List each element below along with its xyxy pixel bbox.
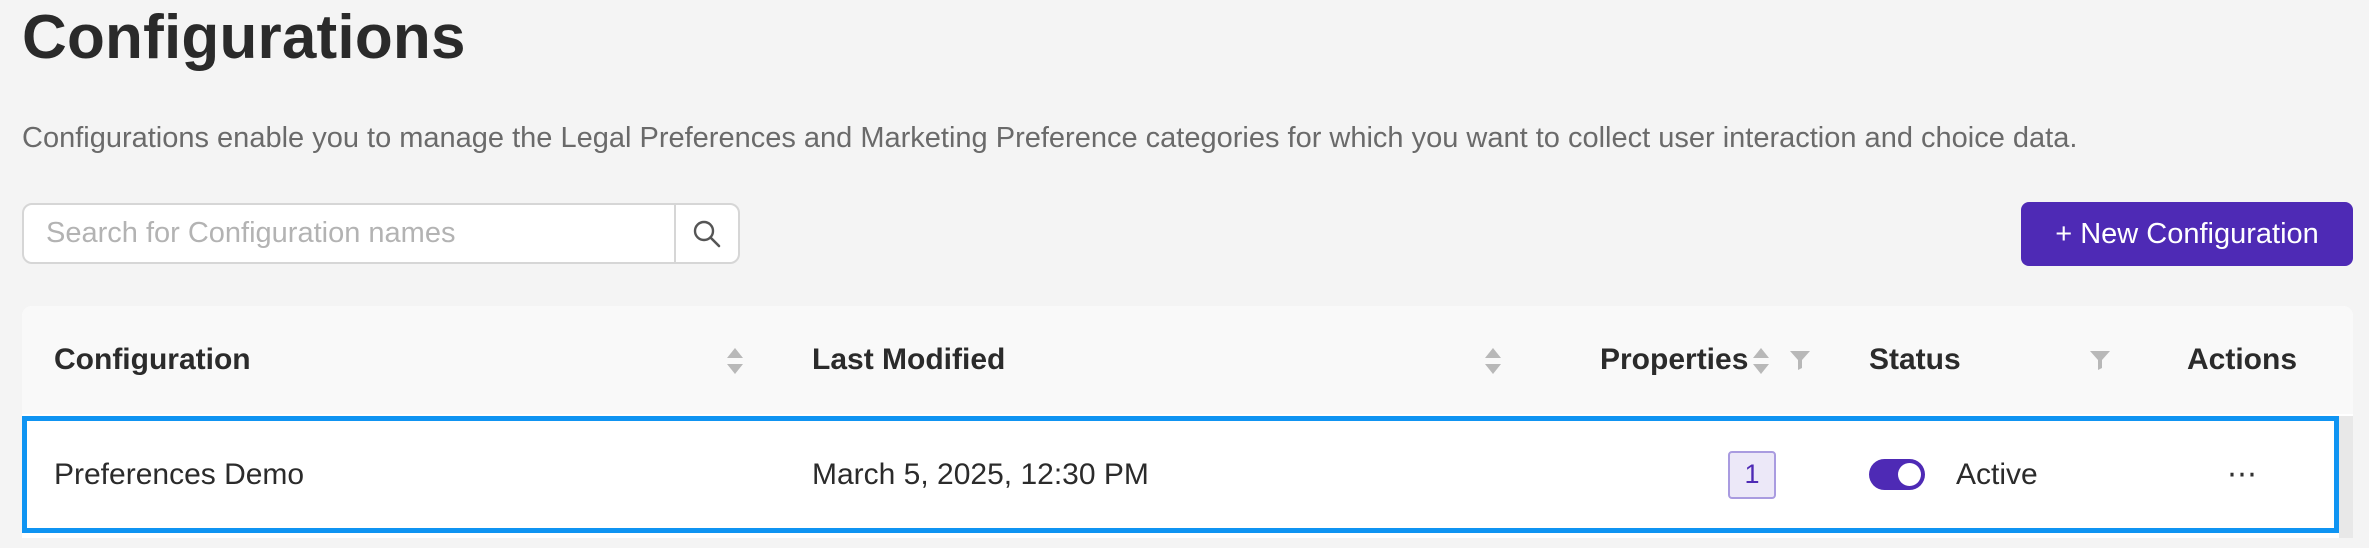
search-box bbox=[22, 203, 740, 264]
properties-cell: 1 bbox=[1728, 421, 1776, 528]
column-header-status[interactable]: Status bbox=[1869, 306, 1961, 414]
filter-icon[interactable] bbox=[2088, 348, 2112, 372]
more-icon[interactable]: ⋯ bbox=[2227, 459, 2258, 490]
configurations-table: Configuration Last Modified Properties S… bbox=[22, 306, 2353, 538]
toggle-knob bbox=[1898, 463, 1921, 486]
column-header-actions: Actions bbox=[2187, 343, 2298, 376]
column-header-properties[interactable]: Properties bbox=[1600, 306, 1748, 414]
properties-count-badge[interactable]: 1 bbox=[1728, 450, 1776, 499]
page-title: Configurations bbox=[22, 3, 466, 72]
status-toggle[interactable] bbox=[1869, 459, 1925, 490]
sort-icon[interactable] bbox=[1751, 346, 1771, 376]
column-header-configuration[interactable]: Configuration bbox=[54, 306, 251, 414]
sort-icon[interactable] bbox=[1483, 346, 1503, 376]
actions-cell: ⋯ bbox=[2227, 421, 2258, 528]
table-header: Configuration Last Modified Properties S… bbox=[22, 306, 2353, 414]
status-cell: Active bbox=[1869, 421, 2038, 528]
search-button[interactable] bbox=[674, 205, 738, 262]
search-icon bbox=[693, 220, 721, 247]
filter-icon[interactable] bbox=[1788, 348, 1812, 372]
page-description: Configurations enable you to manage the … bbox=[22, 122, 2078, 154]
search-input[interactable] bbox=[24, 205, 674, 262]
last-modified: March 5, 2025, 12:30 PM bbox=[812, 457, 1149, 491]
scrollbar[interactable] bbox=[2339, 416, 2353, 538]
column-header-last-modified[interactable]: Last Modified bbox=[812, 306, 1005, 414]
new-configuration-button[interactable]: + New Configuration bbox=[2021, 202, 2353, 266]
configuration-name[interactable]: Preferences Demo bbox=[54, 421, 304, 528]
status-label: Active bbox=[1956, 457, 2038, 491]
sort-icon[interactable] bbox=[725, 346, 745, 376]
table-row[interactable]: Preferences Demo March 5, 2025, 12:30 PM… bbox=[22, 416, 2339, 533]
